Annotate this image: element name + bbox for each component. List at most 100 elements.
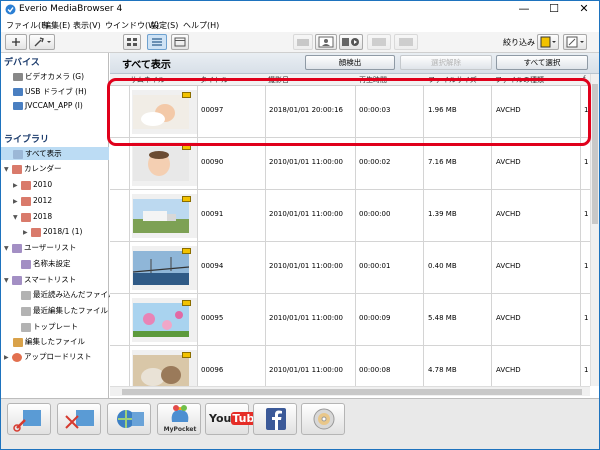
library-heading: ライブラリ xyxy=(4,135,50,145)
drive-icon xyxy=(13,102,23,110)
cell-title: 00095 xyxy=(201,314,224,322)
facebook-logo-icon xyxy=(266,408,286,430)
add-button[interactable] xyxy=(5,34,27,50)
disc-icon xyxy=(313,408,335,430)
list-icon xyxy=(21,259,31,269)
tree-year-2010[interactable]: ▶ 2010 xyxy=(13,178,52,191)
menu-edit[interactable]: 編集(E) xyxy=(43,20,70,31)
table-row[interactable]: 00096 2010/01/01 11:00:00 00:00:08 4.78 … xyxy=(110,346,590,386)
table-row[interactable]: 00094 2010/01/01 11:00:00 00:00:01 0.40 … xyxy=(110,242,590,294)
tree-month-2018-1[interactable]: ▶ 2018/1 (1) xyxy=(23,225,82,238)
tree-recently-edited[interactable]: 最近編集したファイル xyxy=(21,304,108,317)
expand-arrow-icon[interactable]: ▼ xyxy=(4,163,12,176)
tree-calendar[interactable]: ▼ カレンダー xyxy=(4,162,62,175)
expand-arrow-icon[interactable]: ▶ xyxy=(4,351,12,364)
trim-video-button[interactable] xyxy=(57,403,101,435)
expand-arrow-icon[interactable]: ▼ xyxy=(13,211,21,224)
facebook-button[interactable] xyxy=(253,403,297,435)
scroll-thumb[interactable] xyxy=(122,389,582,395)
cell-title: 00091 xyxy=(201,210,224,218)
edit-button[interactable] xyxy=(367,34,391,50)
scroll-thumb[interactable] xyxy=(592,84,598,224)
vertical-scrollbar[interactable] xyxy=(590,74,599,386)
tree-year-2018[interactable]: ▼ 2018 xyxy=(13,210,52,223)
cell-extra: 1 xyxy=(584,210,589,218)
thumbnail-baby-face xyxy=(133,147,189,181)
table-row[interactable]: 00091 2010/01/01 11:00:00 00:00:00 1.39 … xyxy=(110,190,590,242)
deselect-button[interactable]: 選択解除 xyxy=(400,55,492,70)
cell-title: 00096 xyxy=(201,366,224,374)
mypocket-button[interactable]: MyPocket xyxy=(157,403,201,435)
tree-user-list[interactable]: ▼ ユーザーリスト xyxy=(4,241,76,254)
app-window: Everio MediaBrowser 4 — ☐ ✕ ファイル(F) 編集(E… xyxy=(0,0,600,450)
cell-extra: 1 xyxy=(584,314,589,322)
filter-icon xyxy=(540,36,556,48)
cell-duration: 00:00:09 xyxy=(359,314,391,322)
device-usb[interactable]: USB ドライブ (H) xyxy=(13,86,87,97)
capture-button[interactable] xyxy=(293,34,313,50)
mypocket-label: MyPocket xyxy=(163,426,197,433)
user-list-icon xyxy=(12,243,22,253)
title-bar: Everio MediaBrowser 4 — ☐ ✕ xyxy=(1,1,599,18)
youtube-button[interactable]: YouTube xyxy=(205,403,263,435)
pencil-icon xyxy=(566,36,584,48)
thumbnail-cosmos-flowers xyxy=(133,303,189,337)
create-disc-button[interactable] xyxy=(107,403,151,435)
burn-disc-button[interactable] xyxy=(301,403,345,435)
tree-untitled-list[interactable]: 名称未設定 xyxy=(21,257,71,270)
video-badge-icon xyxy=(182,352,191,358)
menu-view[interactable]: 表示(V) xyxy=(73,20,101,31)
tree-all-files[interactable]: すべて表示 xyxy=(1,147,109,160)
tree-edited-files[interactable]: 編集したファイル xyxy=(13,335,85,348)
minimize-button[interactable]: — xyxy=(509,1,539,18)
maximize-button[interactable]: ☐ xyxy=(539,1,569,18)
device-jvccam[interactable]: JVCCAM_APP (I) xyxy=(13,101,83,110)
video-badge-icon xyxy=(182,196,191,202)
list-view-button[interactable] xyxy=(147,34,167,50)
horizontal-scrollbar[interactable] xyxy=(110,386,590,396)
cell-extra: 1 xyxy=(584,262,589,270)
tree-upload-list[interactable]: ▶ アップロードリスト xyxy=(4,350,92,363)
smart-list-icon xyxy=(21,322,31,332)
expand-arrow-icon[interactable]: ▶ xyxy=(13,179,21,192)
face-view-button[interactable] xyxy=(315,34,337,50)
expand-arrow-icon[interactable]: ▶ xyxy=(23,226,31,239)
cell-date: 2010/01/01 11:00:00 xyxy=(269,262,344,270)
smart-list-icon xyxy=(21,306,31,316)
select-all-button[interactable]: すべて選択 xyxy=(496,55,588,70)
expand-arrow-icon[interactable]: ▼ xyxy=(4,242,12,255)
tools-menu-button[interactable] xyxy=(29,34,55,50)
device-camera[interactable]: ビデオカメラ (G) xyxy=(13,71,84,82)
thumbnail-cats xyxy=(133,355,189,386)
tree-recently-imported[interactable]: 最近読み込んだファイル xyxy=(21,288,116,301)
rating-dropdown[interactable] xyxy=(563,34,587,50)
selected-row-highlight xyxy=(107,78,591,146)
list-view-icon xyxy=(152,38,162,46)
cell-duration: 00:00:02 xyxy=(359,158,391,166)
tree-top-rated[interactable]: トップレート xyxy=(21,320,78,333)
menu-bar: ファイル(F) 編集(E) 表示(V) ウインドウ(W) 設定(S) ヘルプ(H… xyxy=(1,18,599,32)
table-row[interactable]: 00095 2010/01/01 11:00:00 00:00:09 5.48 … xyxy=(110,294,590,346)
cell-size: 7.16 MB xyxy=(428,158,457,166)
tree-year-2012[interactable]: ▶ 2012 xyxy=(13,194,52,207)
export-icon xyxy=(399,38,413,46)
close-button[interactable]: ✕ xyxy=(569,1,599,18)
thumbnail-view-button[interactable] xyxy=(123,34,141,50)
menu-help[interactable]: ヘルプ(H) xyxy=(183,20,219,31)
expand-arrow-icon[interactable]: ▶ xyxy=(13,195,21,208)
edit-icon xyxy=(372,38,386,46)
play-button[interactable] xyxy=(339,34,363,50)
toolbar: 絞り込み xyxy=(1,32,599,53)
tree-smart-list[interactable]: ▼ スマートリスト xyxy=(4,273,76,286)
menu-settings[interactable]: 設定(S) xyxy=(151,20,178,31)
export-button[interactable] xyxy=(394,34,418,50)
plus-icon xyxy=(12,38,20,46)
expand-arrow-icon[interactable]: ▼ xyxy=(4,274,12,287)
edit-video-button[interactable] xyxy=(7,403,51,435)
device-heading: デバイス xyxy=(4,58,40,68)
cell-duration: 00:00:01 xyxy=(359,262,391,270)
cell-size: 1.39 MB xyxy=(428,210,457,218)
face-detect-button[interactable]: 顔検出 xyxy=(305,55,395,70)
filter-dropdown[interactable] xyxy=(537,34,559,50)
calendar-view-button[interactable] xyxy=(171,34,189,50)
